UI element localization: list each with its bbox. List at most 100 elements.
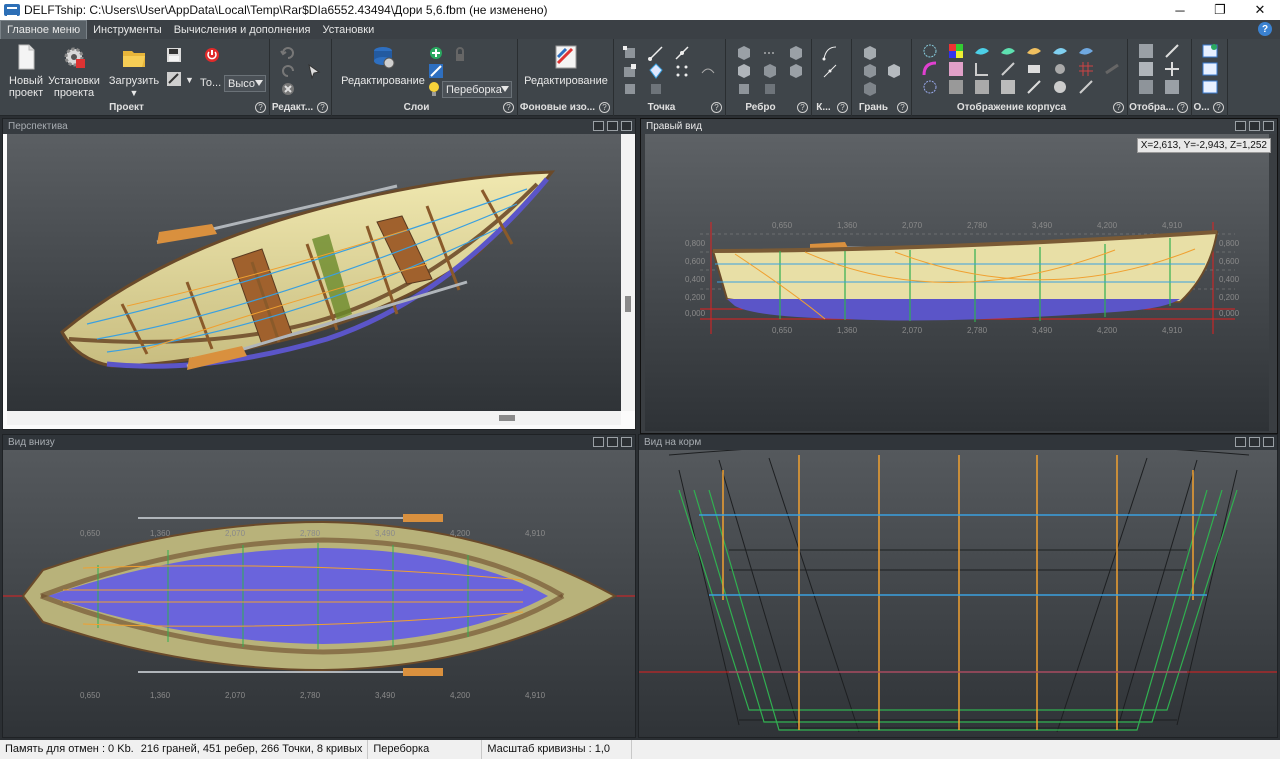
help-icon[interactable]: ?	[317, 102, 328, 113]
mirror-icon[interactable]	[1026, 79, 1042, 95]
edge-crease-icon[interactable]	[762, 63, 778, 79]
help-icon[interactable]: ?	[503, 102, 514, 113]
window-cascade-icon[interactable]	[1202, 79, 1218, 95]
tab-tools[interactable]: Инструменты	[87, 20, 168, 39]
point-lock-icon[interactable]	[622, 81, 638, 97]
help-icon[interactable]: ?	[1113, 102, 1124, 113]
view-wireframe-icon[interactable]	[1138, 43, 1154, 59]
close-button[interactable]: ✕	[1240, 0, 1280, 20]
view-rotate-icon[interactable]	[1138, 79, 1154, 95]
face-add-icon[interactable]	[862, 45, 878, 61]
horizontal-scrollbar[interactable]	[7, 411, 621, 425]
markers-icon[interactable]	[1104, 61, 1120, 77]
export-dropdown-icon[interactable]: ▼	[185, 75, 194, 85]
edge-collapse-icon[interactable]	[788, 45, 804, 61]
hull-curvature-icon[interactable]	[1078, 43, 1094, 59]
edges-display-icon[interactable]	[1078, 79, 1094, 95]
point-curve-icon[interactable]	[700, 63, 716, 79]
buttocks-icon[interactable]	[1000, 61, 1016, 77]
close-viewport-icon[interactable]	[621, 437, 632, 447]
view-fit-icon[interactable]	[1164, 79, 1180, 95]
diagonals-icon[interactable]	[1052, 61, 1068, 77]
hull-shade-icon[interactable]	[974, 43, 990, 59]
tab-calculations[interactable]: Вычисления и дополнения	[168, 20, 317, 39]
layer-add-icon[interactable]	[428, 45, 444, 61]
scroll-thumb[interactable]	[625, 296, 631, 312]
points-display-icon[interactable]	[1052, 79, 1068, 95]
view-pan-icon[interactable]	[1164, 61, 1180, 77]
edge-extrude-icon[interactable]	[736, 45, 752, 61]
face-invert-icon[interactable]	[886, 63, 902, 79]
minimize-viewport-icon[interactable]	[1235, 121, 1246, 131]
curvature-arc-icon[interactable]	[922, 61, 938, 77]
delete-icon[interactable]	[280, 81, 296, 97]
perspective-canvas[interactable]	[7, 134, 621, 411]
edge-insert-icon[interactable]	[736, 63, 752, 79]
right-view-canvas[interactable]: 0,650 0,650 1,360 1,360 2,070 2,070 2,780 2,780…	[645, 134, 1269, 431]
point-unlock-icon[interactable]	[648, 81, 664, 97]
minimize-button[interactable]: ─	[1160, 0, 1200, 20]
view-shaded-icon[interactable]	[1138, 61, 1154, 77]
select-pointer-icon[interactable]	[306, 63, 322, 79]
window-tile-icon[interactable]	[1202, 61, 1218, 77]
quality-combo[interactable]: Высо	[224, 75, 266, 92]
help-icon[interactable]: ?	[1258, 22, 1272, 36]
point-project-icon[interactable]	[674, 45, 690, 61]
viewport-perspective[interactable]: Перспектива	[2, 118, 636, 430]
curve-add-icon[interactable]	[822, 45, 838, 61]
redo-icon[interactable]	[280, 63, 296, 79]
maximize-viewport-icon[interactable]	[1249, 121, 1260, 131]
active-layer-combo[interactable]: Переборка	[442, 81, 512, 98]
viewport-stern[interactable]: Вид на корм	[638, 434, 1278, 738]
view-zoom-icon[interactable]	[1164, 43, 1180, 59]
normals-icon[interactable]	[1000, 79, 1016, 95]
export-icon[interactable]	[166, 71, 182, 87]
edge-split-icon[interactable]	[762, 45, 778, 61]
exit-power-icon[interactable]	[204, 47, 220, 63]
point-collapse-icon[interactable]	[622, 63, 638, 79]
layers-edit-button[interactable]: Редактирование	[340, 43, 426, 87]
help-icon[interactable]: ?	[1213, 102, 1224, 113]
hull-zebra-icon[interactable]	[1026, 43, 1042, 59]
waterlines-icon[interactable]	[1026, 61, 1042, 77]
layer-lock-icon[interactable]	[452, 47, 468, 63]
edge-select-icon[interactable]	[762, 81, 778, 97]
curve-edit-icon[interactable]	[822, 63, 838, 79]
scroll-thumb[interactable]	[499, 415, 515, 421]
point-grid-icon[interactable]	[674, 63, 690, 79]
maximize-viewport-icon[interactable]	[607, 121, 618, 131]
tab-main-menu[interactable]: Главное меню	[0, 20, 88, 39]
point-add-icon[interactable]	[622, 45, 638, 61]
new-project-button[interactable]: Новый проект	[6, 43, 46, 99]
close-viewport-icon[interactable]	[1263, 121, 1274, 131]
tab-settings[interactable]: Установки	[316, 20, 380, 39]
hull-gauss-icon[interactable]	[1000, 43, 1016, 59]
minimize-viewport-icon[interactable]	[593, 121, 604, 131]
edge-delete-icon[interactable]	[736, 81, 752, 97]
bottom-view-canvas[interactable]: 0,650 1,360 2,070 2,780 3,490 4,200 4,910 0,65…	[3, 450, 635, 738]
maximize-viewport-icon[interactable]	[1249, 437, 1260, 447]
stern-view-canvas[interactable]	[639, 450, 1277, 738]
control-net-icon[interactable]	[922, 43, 938, 59]
minimize-viewport-icon[interactable]	[1235, 437, 1246, 447]
edge-connect-icon[interactable]	[788, 63, 804, 79]
help-icon[interactable]: ?	[837, 102, 848, 113]
help-icon[interactable]: ?	[255, 102, 266, 113]
layer-color-icon[interactable]	[428, 63, 444, 79]
face-delete-icon[interactable]	[862, 81, 878, 97]
color-grid-icon[interactable]	[948, 43, 964, 59]
project-settings-button[interactable]: Установки проекта	[48, 43, 100, 99]
save-icon[interactable]	[166, 47, 182, 63]
hydro-features-icon[interactable]	[948, 79, 964, 95]
flowlines-icon[interactable]	[922, 79, 938, 95]
point-line-icon[interactable]	[648, 45, 664, 61]
viewport-bottom[interactable]: Вид внизу 0,650 1,360 2,070 2,780 3,490 …	[2, 434, 636, 738]
viewport-right[interactable]: Правый вид 0,650 0,650 1,360 1,360 2,070…	[640, 118, 1278, 434]
stations-icon[interactable]	[974, 61, 990, 77]
vertical-scrollbar[interactable]	[621, 134, 635, 411]
undo-icon[interactable]	[280, 45, 296, 61]
maximize-button[interactable]: ❐	[1200, 0, 1240, 20]
window-add-icon[interactable]	[1202, 43, 1218, 59]
help-icon[interactable]: ?	[897, 102, 908, 113]
minimize-viewport-icon[interactable]	[593, 437, 604, 447]
